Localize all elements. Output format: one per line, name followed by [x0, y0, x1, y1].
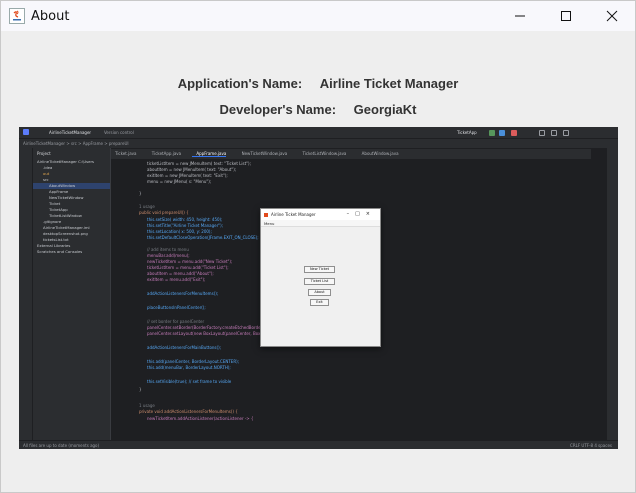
ide-status-bar: All files are up to date (moments ago) C…	[19, 440, 618, 449]
ide-project-name: AirlineTicketManager	[49, 130, 92, 135]
minimize-button[interactable]	[497, 1, 543, 31]
debug-icon	[499, 130, 505, 136]
ticket-window-titlebar: Airline Ticket Manager –□×	[261, 209, 380, 220]
title-bar[interactable]: About	[1, 1, 635, 31]
about-window: About Application's Name: Airline Ticket…	[0, 0, 636, 493]
ide-left-toolbar	[19, 148, 33, 440]
ticket-window-title: Airline Ticket Manager	[271, 212, 316, 217]
maximize-button[interactable]	[543, 1, 589, 31]
code-line: newTicketItem.addActionListener(actionLi…	[147, 416, 254, 421]
run-icon	[489, 130, 495, 136]
ticket-window-controls: –□×	[346, 211, 376, 217]
editor-gutter	[111, 159, 139, 440]
search-icon	[551, 130, 557, 136]
code-line: private void addActionListenersForMenuIt…	[139, 409, 238, 414]
project-panel-header: Project	[37, 151, 51, 156]
ide-editor-tabs: Ticket.java TicketApp.java AppFrame.java…	[111, 149, 591, 159]
app-name-row: Application's Name: Airline Ticket Manag…	[1, 76, 635, 91]
ide-project-panel: Project AirlineTicketManager C:\Users .i…	[33, 148, 111, 440]
java-app-icon	[264, 213, 268, 217]
developer-name-label: Developer's Name:	[219, 102, 337, 117]
java-app-icon	[9, 8, 25, 24]
app-name-value: Airline Ticket Manager	[319, 76, 459, 91]
code-line: }	[139, 191, 142, 196]
editor-tab: TicketListWindow.java	[302, 151, 347, 156]
ide-vcs-label: Version control	[104, 130, 134, 135]
gear-icon	[563, 130, 569, 136]
code-line: addActionListenersForMainButtons();	[147, 345, 221, 350]
desktop-screenshot-image: AirlineTicketManager Version control Tic…	[19, 127, 618, 449]
stop-icon	[511, 130, 517, 136]
code-line: exitItem = menu.add("Exit");	[147, 277, 206, 282]
status-left-text: All files are up to date (moments ago)	[23, 443, 100, 448]
about-button: About	[308, 289, 331, 296]
code-line: public void prepareUI() {	[139, 210, 189, 215]
ide-logo-icon	[23, 129, 29, 135]
ticket-list-button: Ticket List	[304, 278, 335, 285]
code-line: this.add(menuBar, BorderLayout.NORTH);	[147, 365, 231, 370]
app-name-label: Application's Name:	[177, 76, 303, 91]
editor-tab: NewTicketWindow.java	[241, 151, 288, 156]
editor-tab: AboutWindow.java	[361, 151, 399, 156]
editor-tab: TicketApp.java	[151, 151, 182, 156]
code-line: addActionListenersForMenuItems();	[147, 291, 219, 296]
ticket-window-menu: Menu	[261, 220, 380, 227]
ticket-manager-window: Airline Ticket Manager –□× Menu New Tick…	[260, 208, 381, 347]
status-right-text: CRLF UTF-8 4 spaces	[570, 443, 612, 448]
developer-name-value: GeorgiaKt	[353, 102, 417, 117]
editor-tab: Ticket.java	[115, 151, 137, 156]
maximize-icon	[561, 11, 571, 21]
ide-right-toolbar	[606, 148, 618, 440]
tree-item: Scratches and Consoles	[37, 249, 83, 254]
exit-button: Exit	[310, 299, 329, 306]
close-button[interactable]	[589, 1, 635, 31]
ide-breadcrumb: AirlineTicketManager > src > AppFrame > …	[19, 139, 618, 148]
code-line: this.setDefaultCloseOperation(JFrame.EXI…	[147, 235, 259, 240]
window-title: About	[31, 8, 70, 24]
code-line: menu = new JMenu( s: "Menu");	[147, 179, 212, 184]
new-ticket-button: New Ticket	[304, 266, 335, 273]
minimize-icon	[515, 15, 525, 17]
developer-name-row: Developer's Name: GeorgiaKt	[1, 102, 635, 117]
code-line: placeButtonsInPanelCenter();	[147, 305, 206, 310]
ide-toolbar: AirlineTicketManager Version control Tic…	[19, 127, 618, 139]
code-line: }	[139, 387, 142, 392]
ide-run-config: TicketApp	[457, 130, 477, 135]
editor-tab: AppFrame.java	[192, 151, 227, 157]
close-icon	[606, 10, 618, 22]
user-icon	[539, 130, 545, 136]
code-line: this.setVisible(true); // set frame to v…	[147, 379, 232, 384]
